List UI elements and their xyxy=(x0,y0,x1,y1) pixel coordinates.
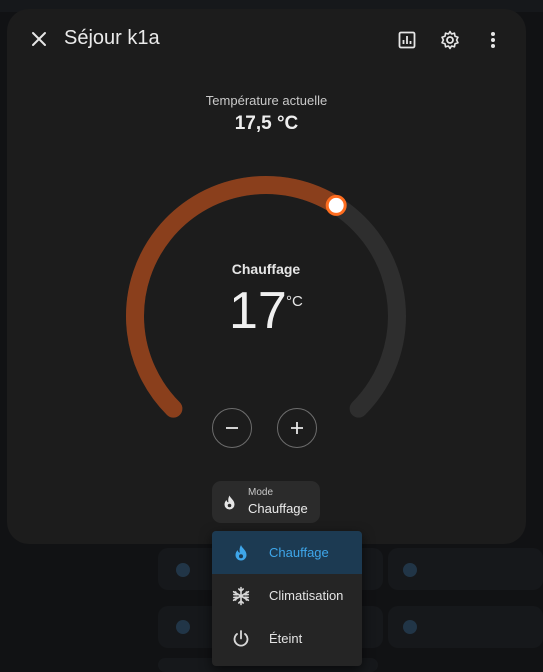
more-options-button[interactable] xyxy=(475,22,511,58)
menu-item-chauffage[interactable]: Chauffage xyxy=(212,531,362,574)
menu-item-label: Éteint xyxy=(269,631,303,646)
target-temperature: 17 xyxy=(229,282,287,340)
background-icon xyxy=(403,620,417,634)
mode-select-label: Mode xyxy=(248,487,274,498)
close-icon xyxy=(32,32,46,46)
settings-button[interactable] xyxy=(432,22,468,58)
history-button[interactable] xyxy=(389,22,425,58)
fire-icon xyxy=(224,495,235,510)
menu-item-climatisation[interactable]: Climatisation xyxy=(212,574,362,617)
minus-icon xyxy=(226,427,238,429)
dial-handle[interactable] xyxy=(325,194,347,216)
current-temperature-value: 17,5 °C xyxy=(234,113,299,134)
menu-item-label: Chauffage xyxy=(269,545,329,560)
increase-temperature-button[interactable] xyxy=(277,408,317,448)
thermostat-dialog: Séjour k1a Température actuelle 17,5 °C … xyxy=(7,9,526,544)
dots-vertical-icon xyxy=(491,32,495,48)
background-icon xyxy=(176,563,190,577)
background-icon xyxy=(403,563,417,577)
dial-mode-label: Chauffage xyxy=(231,261,301,277)
menu-item-eteint[interactable]: Éteint xyxy=(212,617,362,660)
current-temperature-label: Température actuelle xyxy=(205,93,328,108)
power-icon xyxy=(233,630,249,647)
close-button[interactable] xyxy=(21,21,57,57)
dialog-title: Séjour k1a xyxy=(64,27,160,49)
mode-select[interactable]: Mode Chauffage xyxy=(212,481,320,523)
gear-icon xyxy=(441,30,459,50)
decrease-temperature-button[interactable] xyxy=(212,408,252,448)
snowflake-icon xyxy=(232,586,250,606)
chart-icon xyxy=(398,31,416,49)
background-icon xyxy=(176,620,190,634)
plus-icon xyxy=(291,422,303,434)
fire-icon xyxy=(235,545,247,561)
mode-menu: Chauffage Climatisation Éteint xyxy=(212,531,362,666)
menu-item-label: Climatisation xyxy=(269,588,344,603)
mode-select-value: Chauffage xyxy=(248,501,308,516)
target-temperature-unit: °C xyxy=(286,293,303,310)
